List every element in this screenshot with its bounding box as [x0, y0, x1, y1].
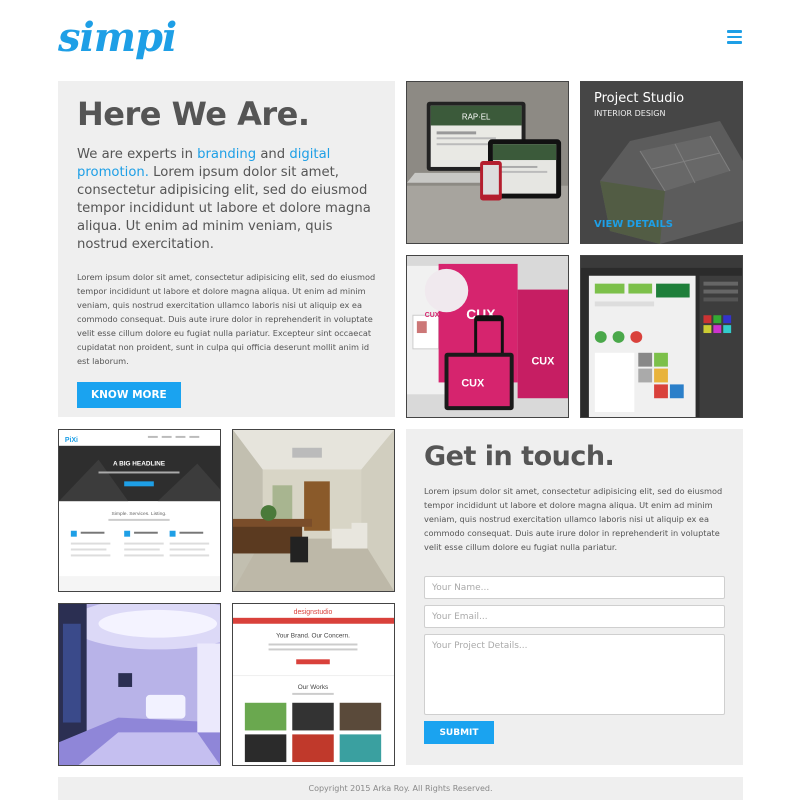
hamburger-menu-icon[interactable] [727, 30, 742, 44]
submit-button[interactable]: SUBMIT [424, 721, 494, 744]
portfolio-tile-laptop[interactable]: RAP·EL [406, 81, 569, 244]
intro-title: Here We Are. [77, 95, 310, 133]
portfolio-tile-cux-branding[interactable]: CUX CUX CUX CUX [406, 255, 569, 418]
intro-body: Lorem ipsum dolor sit amet, consectetur … [77, 272, 376, 367]
name-input[interactable] [424, 576, 725, 599]
portfolio-tile-ui-kit[interactable] [580, 255, 743, 418]
project-details-textarea[interactable] [424, 634, 725, 715]
contact-title: Get in touch. [424, 441, 615, 472]
pixi-tagline: Simple. Services. Listing. [112, 511, 167, 517]
intro-lead: We are experts in branding and digital p… [77, 147, 371, 253]
intro-panel: Here We Are. We are experts in branding … [58, 81, 395, 417]
studio-title: Project Studio [594, 91, 685, 106]
cux-tablet-label: CUX [461, 377, 485, 389]
project-studio-tile[interactable]: Project Studio INTERIOR DESIGN VIEW DETA… [580, 81, 743, 244]
portfolio-tile-futuristic-interior[interactable] [58, 603, 221, 766]
pixi-logo: PiXi [65, 437, 78, 444]
view-details-link[interactable]: VIEW DETAILS [594, 219, 673, 230]
copyright-text: Copyright 2015 Arka Roy. All Rights Rese… [308, 784, 493, 793]
laptop-brand: RAP·EL [462, 113, 491, 122]
portfolio-tile-office-interior[interactable] [232, 429, 395, 592]
logo[interactable]: simpi [58, 18, 177, 58]
branding-link[interactable]: branding [197, 147, 256, 162]
pixi-headline: A BIG HEADLINE [113, 461, 166, 468]
studio-subtitle: INTERIOR DESIGN [594, 109, 666, 118]
contact-panel: Get in touch. Lorem ipsum dolor sit amet… [406, 429, 743, 765]
portfolio-tile-pixi-website[interactable]: PiXi A BIG HEADLINE Simple. Services. Li… [58, 429, 221, 592]
designstudio-tagline: Your Brand. Our Concern. [276, 633, 350, 640]
contact-body: Lorem ipsum dolor sit amet, consectetur … [424, 486, 723, 552]
know-more-button[interactable]: KNOW MORE [77, 382, 181, 409]
cux-id-label: CUX [425, 312, 440, 319]
email-input[interactable] [424, 605, 725, 628]
designstudio-works-title: Our Works [298, 684, 329, 691]
footer: Copyright 2015 Arka Roy. All Rights Rese… [58, 777, 743, 800]
cux-folder-label: CUX [531, 356, 555, 368]
designstudio-logo: designstudio [294, 609, 333, 616]
portfolio-tile-designstudio-website[interactable]: designstudio Your Brand. Our Concern. Ou… [232, 603, 395, 766]
